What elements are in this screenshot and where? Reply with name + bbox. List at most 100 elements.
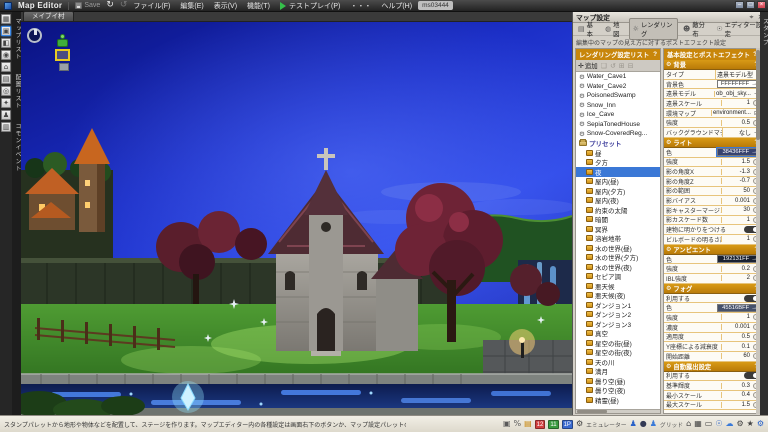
settings-tab-4[interactable]: ☉エディター設定 bbox=[713, 19, 766, 39]
menu-item-2[interactable]: 表示(V) bbox=[214, 1, 237, 11]
camera-gizmo-icon[interactable] bbox=[27, 28, 42, 43]
property-value[interactable]: environment... bbox=[711, 110, 752, 116]
property-value[interactable]: 1.5 bbox=[721, 402, 751, 408]
list-toolbar-icon-2[interactable]: ⊞ bbox=[619, 62, 625, 70]
viewport[interactable]: メイブイ村 bbox=[21, 12, 572, 415]
property-value[interactable]: 1.5 bbox=[721, 159, 751, 165]
settings-tab-3[interactable]: ☻敵分布 bbox=[680, 19, 711, 39]
stamp-palette-tab[interactable]: スタンプ bbox=[760, 18, 768, 415]
render-list-item[interactable]: ダンジョン2 bbox=[576, 310, 660, 320]
render-list-item[interactable]: 屋内(昼) bbox=[576, 177, 660, 187]
bulb-icon[interactable]: ☉ bbox=[715, 419, 722, 429]
render-list-item[interactable]: 天の川 bbox=[576, 357, 660, 367]
render-list-item[interactable]: ダンジョン3 bbox=[576, 319, 660, 329]
property-value[interactable]: なし bbox=[722, 128, 752, 137]
box-tool-icon[interactable]: ◧ bbox=[1, 38, 11, 48]
building-tool-icon[interactable]: ⌂ bbox=[1, 62, 11, 72]
list-toolbar-icon-3[interactable]: ⊟ bbox=[628, 62, 634, 70]
property-value[interactable]: 0.5 bbox=[721, 120, 751, 126]
render-list-item[interactable]: 屋内(夕方) bbox=[576, 186, 660, 196]
home-icon[interactable]: ⌂ bbox=[686, 419, 691, 429]
help-icon[interactable]: ? bbox=[653, 51, 657, 58]
render-list-item[interactable]: 冥界 bbox=[576, 224, 660, 234]
color-value[interactable]: 38436FFF→ bbox=[717, 148, 759, 156]
render-list-item[interactable]: ⚙PoisonedSwamp bbox=[576, 91, 660, 101]
menu-item-6[interactable]: ヘルプ(H) bbox=[381, 1, 412, 11]
actor-icon[interactable]: ♟ bbox=[650, 419, 657, 429]
object-tool-icon[interactable]: ▥ bbox=[1, 122, 11, 132]
property-value[interactable]: 0.001 bbox=[721, 198, 751, 204]
settings-tab-1[interactable]: ◍地図 bbox=[602, 19, 627, 39]
render-list-item[interactable]: ⚙SepiaTonedHouse bbox=[576, 120, 660, 130]
render-list-item[interactable]: ⚙Ice_Cave bbox=[576, 110, 660, 120]
left-tab-1[interactable]: 配置リスト bbox=[12, 74, 21, 109]
selected-block-highlight[interactable] bbox=[55, 49, 70, 61]
render-list-item[interactable]: 昼 bbox=[576, 148, 660, 158]
render-list-item[interactable]: 溶岩地帯 bbox=[576, 234, 660, 244]
render-list-item[interactable]: 約束の太陽 bbox=[576, 205, 660, 215]
property-value[interactable]: -0.7 bbox=[721, 178, 751, 184]
section-header[interactable]: ⚙自動露出設定? bbox=[664, 362, 760, 372]
property-value[interactable]: 0.001 bbox=[721, 324, 751, 330]
minimize-button[interactable]: – bbox=[735, 1, 744, 9]
spawn-figure-icon[interactable] bbox=[57, 39, 68, 47]
property-value[interactable]: 60 bbox=[721, 353, 751, 359]
render-list-item[interactable]: ⚙Snow_Inn bbox=[576, 101, 660, 111]
render-list-item[interactable]: プリセット bbox=[576, 139, 660, 149]
property-value[interactable]: 1 bbox=[721, 100, 751, 106]
render-list-item[interactable]: 満月 bbox=[576, 367, 660, 377]
effect-tool-icon[interactable]: ✦ bbox=[1, 98, 11, 108]
left-tab-2[interactable]: コモンイベント bbox=[12, 123, 21, 172]
list-toolbar-icon-1[interactable]: ↺ bbox=[610, 62, 616, 70]
list-toolbar-icon-0[interactable]: ❏ bbox=[601, 62, 607, 70]
horizontal-scrollbar[interactable] bbox=[576, 409, 660, 413]
npc-tool-icon[interactable]: ♟ bbox=[1, 110, 11, 120]
section-header[interactable]: ⚙フォグ? bbox=[664, 284, 760, 294]
render-list-item[interactable]: 曇り空(夜) bbox=[576, 386, 660, 396]
property-value[interactable]: 0.3 bbox=[721, 383, 751, 389]
sphere-icon[interactable]: ● bbox=[640, 419, 647, 429]
menu-item-0[interactable]: ファイル(F) bbox=[133, 1, 170, 11]
property-value[interactable]: ob_obj_sky... bbox=[714, 91, 752, 97]
layer-green-chip[interactable]: 11 bbox=[548, 420, 558, 429]
grid-icon[interactable]: ▦ bbox=[694, 419, 702, 429]
property-value[interactable]: 0.5 bbox=[721, 334, 751, 340]
property-value[interactable]: 2 bbox=[721, 275, 751, 281]
color-value[interactable]: 192131FF→ bbox=[717, 255, 759, 263]
redo-icon[interactable]: ↻ bbox=[106, 1, 114, 10]
render-list-item[interactable]: 精霊(昼) bbox=[576, 395, 660, 405]
settings-tab-2[interactable]: ☼レンダリング bbox=[629, 18, 678, 40]
render-list-item[interactable]: 夕方 bbox=[576, 158, 660, 168]
stamp-tool-icon[interactable]: ▣ bbox=[1, 26, 11, 36]
color-value[interactable]: 45516BFF→ bbox=[717, 304, 759, 312]
layer-blue-chip[interactable]: 1P bbox=[562, 420, 573, 429]
maximize-button[interactable]: □ bbox=[746, 1, 755, 9]
gear-icon[interactable]: ⚙ bbox=[576, 419, 583, 429]
menu-item-1[interactable]: 編集(E) bbox=[180, 1, 203, 11]
render-list-item[interactable]: ダンジョン1 bbox=[576, 300, 660, 310]
menu-item-4[interactable]: テストプレイ(P) bbox=[280, 1, 340, 11]
render-list-item[interactable]: 屋内(夜) bbox=[576, 196, 660, 206]
render-list-item[interactable]: ⚙Water_Cave2 bbox=[576, 82, 660, 92]
property-value[interactable]: 0.2 bbox=[721, 266, 751, 272]
cloud-icon[interactable]: ☁ bbox=[725, 419, 733, 429]
section-header[interactable]: ⚙アンビエント? bbox=[664, 245, 760, 255]
section-header[interactable]: ⚙ライト? bbox=[664, 138, 760, 148]
render-list-item[interactable]: 悪天候(夜) bbox=[576, 291, 660, 301]
render-list-item[interactable]: ⚙Snow-CoveredReg... bbox=[576, 129, 660, 139]
property-value[interactable]: 1 bbox=[721, 217, 751, 223]
property-value[interactable]: 1 bbox=[721, 236, 751, 242]
render-list-item[interactable]: 水の世界(夕方) bbox=[576, 253, 660, 263]
render-list-item[interactable]: 真空 bbox=[576, 329, 660, 339]
folder-icon[interactable]: ▤ bbox=[524, 419, 532, 429]
render-list-item[interactable]: 暗闇 bbox=[576, 215, 660, 225]
search-tool-icon[interactable]: ◎ bbox=[1, 86, 11, 96]
3d-scene[interactable] bbox=[21, 22, 572, 415]
camera-tool-icon[interactable]: ◉ bbox=[1, 50, 11, 60]
property-value[interactable]: 30 bbox=[721, 207, 751, 213]
route-grid-icon[interactable]: ▣ bbox=[503, 419, 511, 429]
map-select-tool-icon[interactable]: ▦ bbox=[1, 14, 11, 24]
viewport-tab[interactable]: メイブイ村 bbox=[23, 11, 74, 21]
render-list-item[interactable]: 悪天候 bbox=[576, 281, 660, 291]
monitor-icon[interactable]: ▭ bbox=[705, 419, 713, 429]
